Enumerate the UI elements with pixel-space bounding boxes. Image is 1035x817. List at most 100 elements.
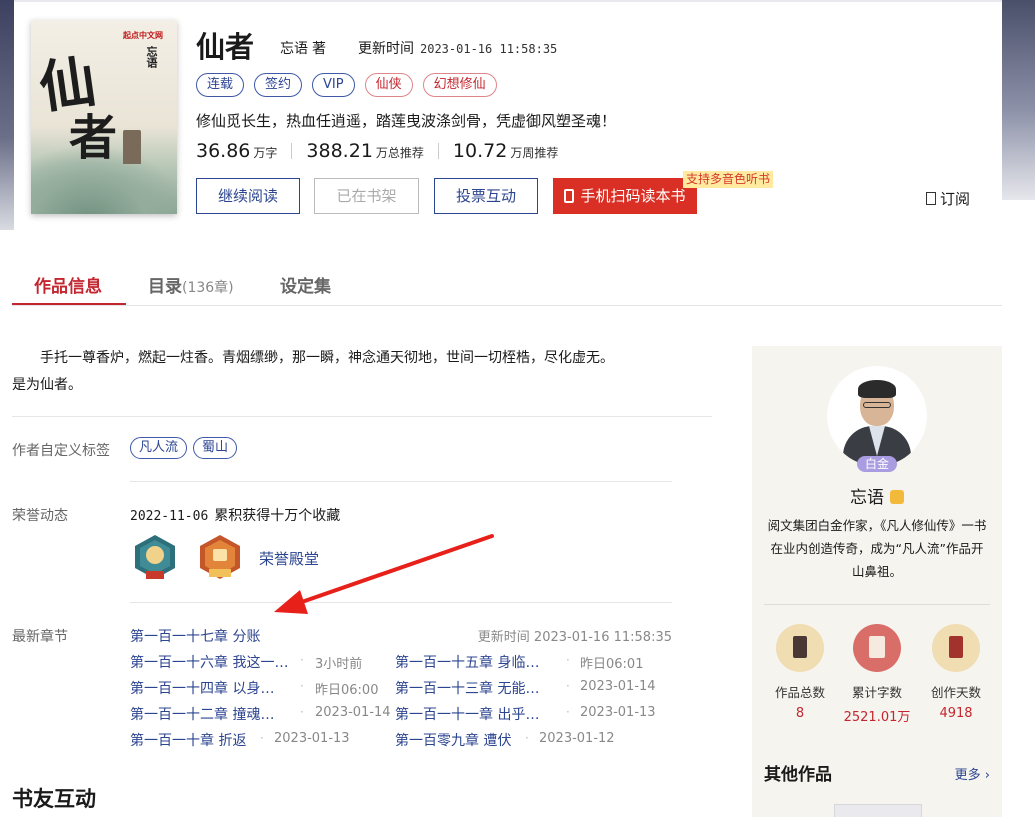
honor-date: 2022-11-06 <box>130 509 209 524</box>
tag-subgenre[interactable]: 幻想修仙 <box>422 73 497 97</box>
stat-weekly-recommend: 10.72 万周推荐 <box>452 140 559 162</box>
divider <box>130 481 672 482</box>
tag-genre[interactable]: 仙侠 <box>364 73 413 97</box>
stat-divider <box>437 143 439 159</box>
separator-dot: · <box>300 705 304 719</box>
on-shelf-button[interactable]: 已在书架 <box>314 178 419 214</box>
chapter-link[interactable]: 第一百一十四章 以身… <box>130 678 274 698</box>
cup-icon <box>932 624 980 672</box>
divider <box>764 604 990 605</box>
book-icon <box>776 624 824 672</box>
author-stat-words: 累计字数 2521.01万 <box>842 624 912 725</box>
book-title: 仙者 <box>196 30 255 64</box>
scan-to-read-button[interactable]: 手机扫码读本书 <box>553 178 697 214</box>
chapter-time: 2023-01-12 <box>539 731 615 746</box>
document-icon <box>926 192 936 205</box>
author-avatar[interactable] <box>827 366 927 466</box>
chapter-link[interactable]: 第一百一十六章 我这一… <box>130 652 288 672</box>
author-link[interactable]: 忘语 <box>280 41 308 57</box>
custom-tag[interactable]: 凡人流 <box>130 437 188 459</box>
book-intro: 修仙觅长生，热血任逍遥，踏莲曳波涤剑骨，凭虚御风塑圣魂！ <box>196 112 617 130</box>
author-stat-works: 作品总数 8 <box>765 624 835 721</box>
author-description: 阅文集团白金作家，《凡人修仙传》一书在业内创造传奇，成为“凡人流”作品开山鼻祖。 <box>767 518 987 579</box>
tag-serial[interactable]: 连载 <box>196 73 245 97</box>
tab-settings-collection[interactable]: 设定集 <box>280 272 331 297</box>
star-icon <box>890 490 904 504</box>
separator-dot: · <box>300 679 304 693</box>
honor-event: 2022-11-06 累积获得十万个收藏 <box>130 505 340 525</box>
stat-total-recommend: 388.21 万总推荐 <box>306 140 424 162</box>
active-tab-indicator <box>12 303 126 305</box>
divider <box>130 602 672 603</box>
honor-text: 累积获得十万个收藏 <box>214 508 341 524</box>
updated-label: 更新时间 <box>358 41 414 57</box>
latest-chapter-updated: 更新时间 2023-01-16 11:58:35 <box>477 630 672 645</box>
cover-tower <box>123 130 141 164</box>
chapter-link[interactable]: 第一百零九章 遭伏 <box>395 730 511 750</box>
subscribe-label: 订阅 <box>940 190 971 208</box>
phone-icon <box>564 189 575 203</box>
platinum-badge: 白金 <box>857 456 897 472</box>
chapter-link[interactable]: 第一百一十章 折返 <box>130 730 246 750</box>
author-name[interactable]: 忘语 <box>752 483 1002 508</box>
chapter-time: 2023-01-13 <box>580 705 656 720</box>
other-work-cover[interactable] <box>834 804 922 817</box>
summary-line-1: 手托一尊香炉，燃起一炷香。青烟缥缈，那一瞬，神念通天彻地，世间一切桎梏，尽化虚无… <box>40 350 614 366</box>
chapter-time: 昨日06:01 <box>580 657 644 672</box>
other-works-title: 其他作品 <box>764 765 832 785</box>
chapter-link[interactable]: 第一百一十五章 身临… <box>395 652 539 672</box>
author-card: 白金 忘语 阅文集团白金作家，《凡人修仙传》一书在业内创造传奇，成为“凡人流”作… <box>752 346 1002 817</box>
chapter-time: 昨日06:00 <box>315 683 379 698</box>
chapter-time: 2023-01-13 <box>274 731 350 746</box>
separator-dot: · <box>566 653 570 667</box>
tab-catalog[interactable]: 目录(136章) <box>148 272 234 297</box>
chapter-link[interactable]: 第一百一十二章 撞魂… <box>130 704 274 724</box>
custom-tag[interactable]: 蜀山 <box>193 437 238 459</box>
medal-icon[interactable] <box>196 533 244 581</box>
tab-book-info[interactable]: 作品信息 <box>34 272 102 297</box>
medal-icon[interactable] <box>131 533 179 581</box>
more-link[interactable]: 更多 › <box>955 764 990 783</box>
subscribe-link[interactable]: 订阅 <box>926 188 970 209</box>
tag-vip[interactable]: VIP <box>312 73 355 97</box>
updated-value: 2023-01-16 11:58:35 <box>420 42 558 56</box>
separator-dot: · <box>525 731 529 745</box>
custom-tags-label: 作者自定义标签 <box>12 443 110 459</box>
tab-bar: 作品信息 目录(136章) 设定集 <box>12 266 1002 306</box>
book-author: 忘语著 <box>280 38 326 58</box>
forum-section-title: 书友互动 <box>12 787 96 811</box>
chapter-time: 3小时前 <box>315 657 363 672</box>
divider <box>12 416 712 417</box>
book-summary: 手托一尊香炉，燃起一炷香。青烟缥缈，那一瞬，神念通天彻地，世间一切桎梏，尽化虚无… <box>12 345 614 399</box>
separator-dot: · <box>300 653 304 667</box>
audio-badge: 支持多音色听书 <box>683 171 774 188</box>
tag-signed[interactable]: 签约 <box>254 73 303 97</box>
separator-dot: · <box>566 679 570 693</box>
custom-tags: 凡人流 蜀山 <box>130 437 243 459</box>
continue-reading-button[interactable]: 继续阅读 <box>196 178 300 214</box>
latest-chapter-link[interactable]: 第一百一十七章 分账 <box>130 626 260 646</box>
chapter-link[interactable]: 第一百一十一章 出乎… <box>395 704 539 724</box>
chapter-time: 2023-01-14 <box>315 705 391 720</box>
author-suffix: 著 <box>312 41 326 57</box>
page-background-left <box>0 0 14 230</box>
scan-label: 手机扫码读本书 <box>580 187 686 205</box>
honor-label: 荣誉动态 <box>12 508 68 524</box>
document-icon <box>853 624 901 672</box>
chapter-time: 2023-01-14 <box>580 679 656 694</box>
chapter-link[interactable]: 第一百一十三章 无能… <box>395 678 539 698</box>
author-stat-days: 创作天数 4918 <box>921 624 991 721</box>
cover-title-char-2: 者 <box>69 110 118 166</box>
stat-word-count: 36.86 万字 <box>196 140 278 162</box>
honor-hall-link[interactable]: 荣誉殿堂 <box>259 548 319 569</box>
book-cover[interactable]: 起点中文网 忘语 仙 者 <box>31 20 177 214</box>
page-background-right <box>1002 0 1035 200</box>
stat-divider <box>291 143 293 159</box>
latest-chapters-label: 最新章节 <box>12 629 68 645</box>
cover-author: 忘语 <box>145 46 158 68</box>
cover-site-logo: 起点中文网 <box>123 31 163 40</box>
separator-dot: · <box>260 731 264 745</box>
vote-button[interactable]: 投票互动 <box>434 178 538 214</box>
separator-dot: · <box>566 705 570 719</box>
summary-line-2: 是为仙者。 <box>12 377 82 393</box>
